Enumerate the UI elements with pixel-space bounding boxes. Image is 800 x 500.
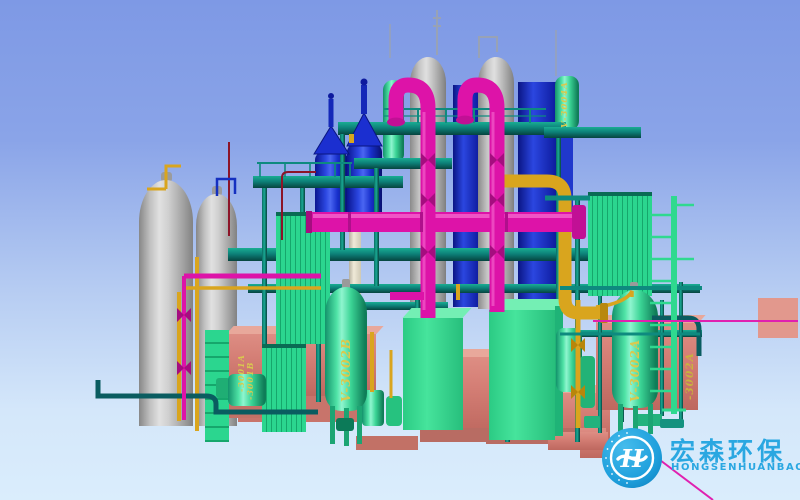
logo-monogram: H: [620, 444, 645, 473]
vent-pipes: [390, 10, 556, 76]
magenta-pipe-collar: [572, 205, 586, 239]
blue-vessel-tops: [314, 79, 382, 155]
cane-tip: [456, 116, 474, 125]
gold-pipes: [147, 166, 632, 431]
piping-overlay: [0, 0, 800, 500]
maroon-pipes: [229, 142, 316, 240]
plant-3d-render: V-3002B V-3002A -3002A V-3004A -3001A -3…: [0, 0, 800, 500]
company-name-en: HONGSENHUANBAO: [671, 462, 800, 473]
valves: [177, 153, 504, 375]
cane-tip: [387, 118, 405, 127]
blue-gooseneck-pipe: [217, 179, 235, 196]
magenta-pipe-endcap: [306, 211, 312, 233]
company-logo-mark: H: [600, 426, 664, 490]
ladder: [650, 196, 694, 414]
